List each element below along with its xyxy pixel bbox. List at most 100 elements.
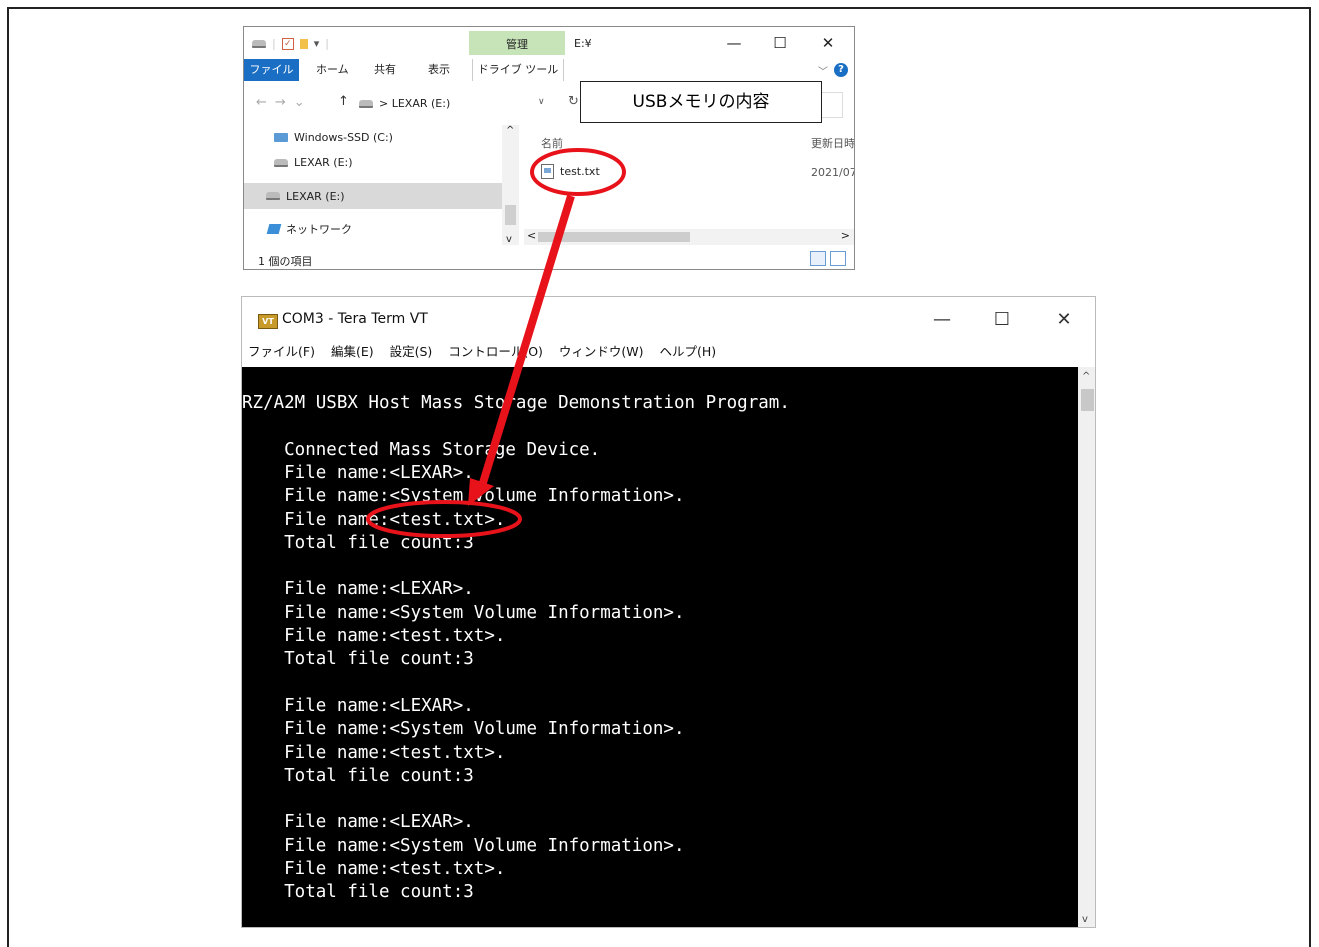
file-explorer-window: | ✓ ▾ | 管理 E:¥ — ☐ ✕ ファイル ホーム 共有 表示 ドライブ… — [243, 26, 855, 270]
menu-help[interactable]: ヘルプ(H) — [660, 341, 717, 365]
scroll-left-icon[interactable]: < — [527, 229, 536, 242]
text-file-icon — [541, 164, 554, 179]
teraterm-maximize-button[interactable]: ☐ — [982, 309, 1022, 330]
usb-drive-icon — [266, 192, 280, 200]
teraterm-minimize-button[interactable]: — — [922, 309, 962, 330]
column-header-name[interactable]: 名前 — [541, 135, 563, 151]
ribbon-tabs: ファイル ホーム 共有 表示 ドライブ ツール ﹀ ? — [244, 59, 854, 81]
scroll-right-icon[interactable]: > — [841, 229, 850, 242]
explorer-title-bar: | ✓ ▾ | 管理 E:¥ — ☐ ✕ — [244, 27, 854, 57]
quick-access-toolbar: | ✓ ▾ | — [252, 37, 329, 50]
new-folder-icon[interactable] — [299, 38, 308, 49]
explorer-close-button[interactable]: ✕ — [808, 33, 848, 53]
nav-item-windows-ssd[interactable]: Windows-SSD (C:) — [274, 131, 393, 144]
terminal-line: File name:<LEXAR>. — [242, 695, 474, 716]
file-modified-date: 2021/07 — [811, 166, 855, 179]
large-icons-view-icon[interactable] — [830, 251, 846, 266]
scroll-down-icon[interactable]: v — [506, 234, 512, 245]
terminal-line: File name:<test.txt>. — [242, 859, 506, 879]
menu-edit[interactable]: 編集(E) — [331, 341, 374, 365]
teraterm-window: VT COM3 - Tera Term VT — ☐ ✕ ファイル(F) 編集(… — [241, 296, 1096, 928]
ssd-drive-icon — [274, 133, 288, 142]
details-view-icon[interactable] — [810, 251, 826, 266]
terminal-line: File name:<System Volume Information>. — [242, 602, 685, 623]
address-dropdown-icon[interactable]: ∨ — [538, 97, 545, 107]
terminal-line: Connected Mass Storage Device. — [242, 439, 601, 460]
explorer-window-title: E:¥ — [574, 37, 592, 50]
nav-pane-scrollbar[interactable]: ^ v — [502, 125, 519, 245]
menu-setup[interactable]: 設定(S) — [390, 341, 433, 365]
status-bar: 1 個の項目 — [244, 249, 854, 269]
teraterm-title-bar: VT COM3 - Tera Term VT — ☐ ✕ — [242, 297, 1095, 343]
address-bar[interactable]: > LEXAR (E:) — [354, 92, 556, 116]
nav-item-label: ネットワーク — [286, 223, 352, 236]
scroll-up-icon[interactable]: ^ — [506, 125, 514, 136]
nav-item-label: LEXAR (E:) — [294, 156, 353, 169]
terminal-line: File name:<test.txt>. — [242, 626, 506, 646]
terminal-line: File name:<System Volume Information>. — [242, 486, 685, 507]
toolbar-separator: | — [325, 37, 329, 50]
teraterm-app-icon: VT — [258, 314, 278, 329]
item-count: 1 個の項目 — [258, 255, 313, 268]
nav-item-label: LEXAR (E:) — [286, 189, 345, 203]
terminal-line: File name:<System Volume Information>. — [242, 835, 685, 856]
manage-context-tab[interactable]: 管理 — [469, 31, 565, 55]
search-box[interactable] — [822, 92, 843, 118]
terminal-line: File name:<LEXAR>. — [242, 462, 474, 483]
callout-box: USBメモリの内容 — [580, 81, 822, 123]
nav-item-label: Windows-SSD (C:) — [294, 131, 393, 144]
terminal-line: File name:<test.txt>. — [242, 742, 506, 763]
terminal-line: Total file count:3 — [242, 882, 474, 903]
scrollbar-thumb[interactable] — [1081, 389, 1094, 411]
drive-icon — [252, 39, 266, 48]
up-arrow-icon[interactable]: ↑ — [338, 94, 349, 109]
properties-icon[interactable]: ✓ — [281, 37, 294, 50]
column-header-date[interactable]: 更新日時 — [811, 135, 854, 151]
terminal-line: Total file count:3 — [242, 532, 474, 553]
nav-item-network[interactable]: ネットワーク — [266, 221, 352, 237]
expand-ribbon-icon[interactable]: ﹀ — [818, 63, 828, 78]
scroll-down-icon[interactable]: v — [1082, 914, 1088, 925]
ribbon-tab-share[interactable]: 共有 — [374, 59, 396, 81]
terminal-line: File name:<LEXAR>. — [242, 812, 474, 833]
menu-window[interactable]: ウィンドウ(W) — [559, 341, 644, 365]
ribbon-tab-view[interactable]: 表示 — [428, 59, 450, 81]
file-name: test.txt — [560, 165, 600, 178]
menu-control[interactable]: コントロール(O) — [448, 341, 543, 365]
terminal-line: Total file count:3 — [242, 765, 474, 786]
terminal-line: File name:<test.txt>. — [242, 509, 506, 530]
teraterm-menu-bar: ファイル(F) 編集(E) 設定(S) コントロール(O) ウィンドウ(W) ヘ… — [248, 341, 716, 365]
drive-icon — [359, 100, 373, 108]
scroll-up-icon[interactable]: ^ — [1082, 371, 1090, 382]
explorer-maximize-button[interactable]: ☐ — [760, 33, 800, 53]
scrollbar-thumb[interactable] — [538, 232, 690, 242]
scrollbar-thumb[interactable] — [505, 205, 516, 225]
network-icon — [266, 224, 282, 234]
toolbar-separator: | — [272, 37, 276, 50]
terminal-output[interactable]: RZ/A2M USBX Host Mass Storage Demonstrat… — [242, 367, 1078, 927]
nav-item-lexar[interactable]: LEXAR (E:) — [274, 156, 353, 169]
ribbon-tab-drive-tools[interactable]: ドライブ ツール — [472, 59, 564, 81]
address-path: > LEXAR (E:) — [379, 97, 451, 110]
customize-toolbar-icon[interactable]: ▾ — [314, 37, 320, 50]
navigation-pane: Windows-SSD (C:) LEXAR (E:) LEXAR (E:) ネ… — [244, 125, 520, 245]
teraterm-close-button[interactable]: ✕ — [1044, 309, 1084, 330]
terminal-scrollbar[interactable]: ^ v — [1078, 367, 1095, 927]
ribbon-tab-file[interactable]: ファイル — [244, 59, 299, 81]
terminal-line: File name:<System Volume Information>. — [242, 719, 685, 740]
terminal-line: Total file count:3 — [242, 649, 474, 670]
usb-drive-icon — [274, 158, 288, 167]
back-forward-icons[interactable]: ←→⌄ — [256, 95, 313, 110]
help-icon[interactable]: ? — [834, 63, 848, 77]
menu-file[interactable]: ファイル(F) — [248, 341, 315, 365]
file-item-test-txt[interactable]: test.txt — [541, 164, 600, 179]
file-list-hscrollbar[interactable]: < > — [524, 229, 854, 245]
explorer-minimize-button[interactable]: — — [714, 33, 754, 53]
terminal-line: RZ/A2M USBX Host Mass Storage Demonstrat… — [242, 393, 790, 413]
ribbon-tab-home[interactable]: ホーム — [316, 59, 349, 81]
teraterm-window-title: COM3 - Tera Term VT — [282, 311, 428, 327]
terminal-line: File name:<LEXAR>. — [242, 579, 474, 600]
view-toggle — [810, 251, 846, 266]
nav-item-lexar-selected[interactable]: LEXAR (E:) — [244, 183, 502, 209]
refresh-icon[interactable]: ↻ — [568, 94, 579, 109]
